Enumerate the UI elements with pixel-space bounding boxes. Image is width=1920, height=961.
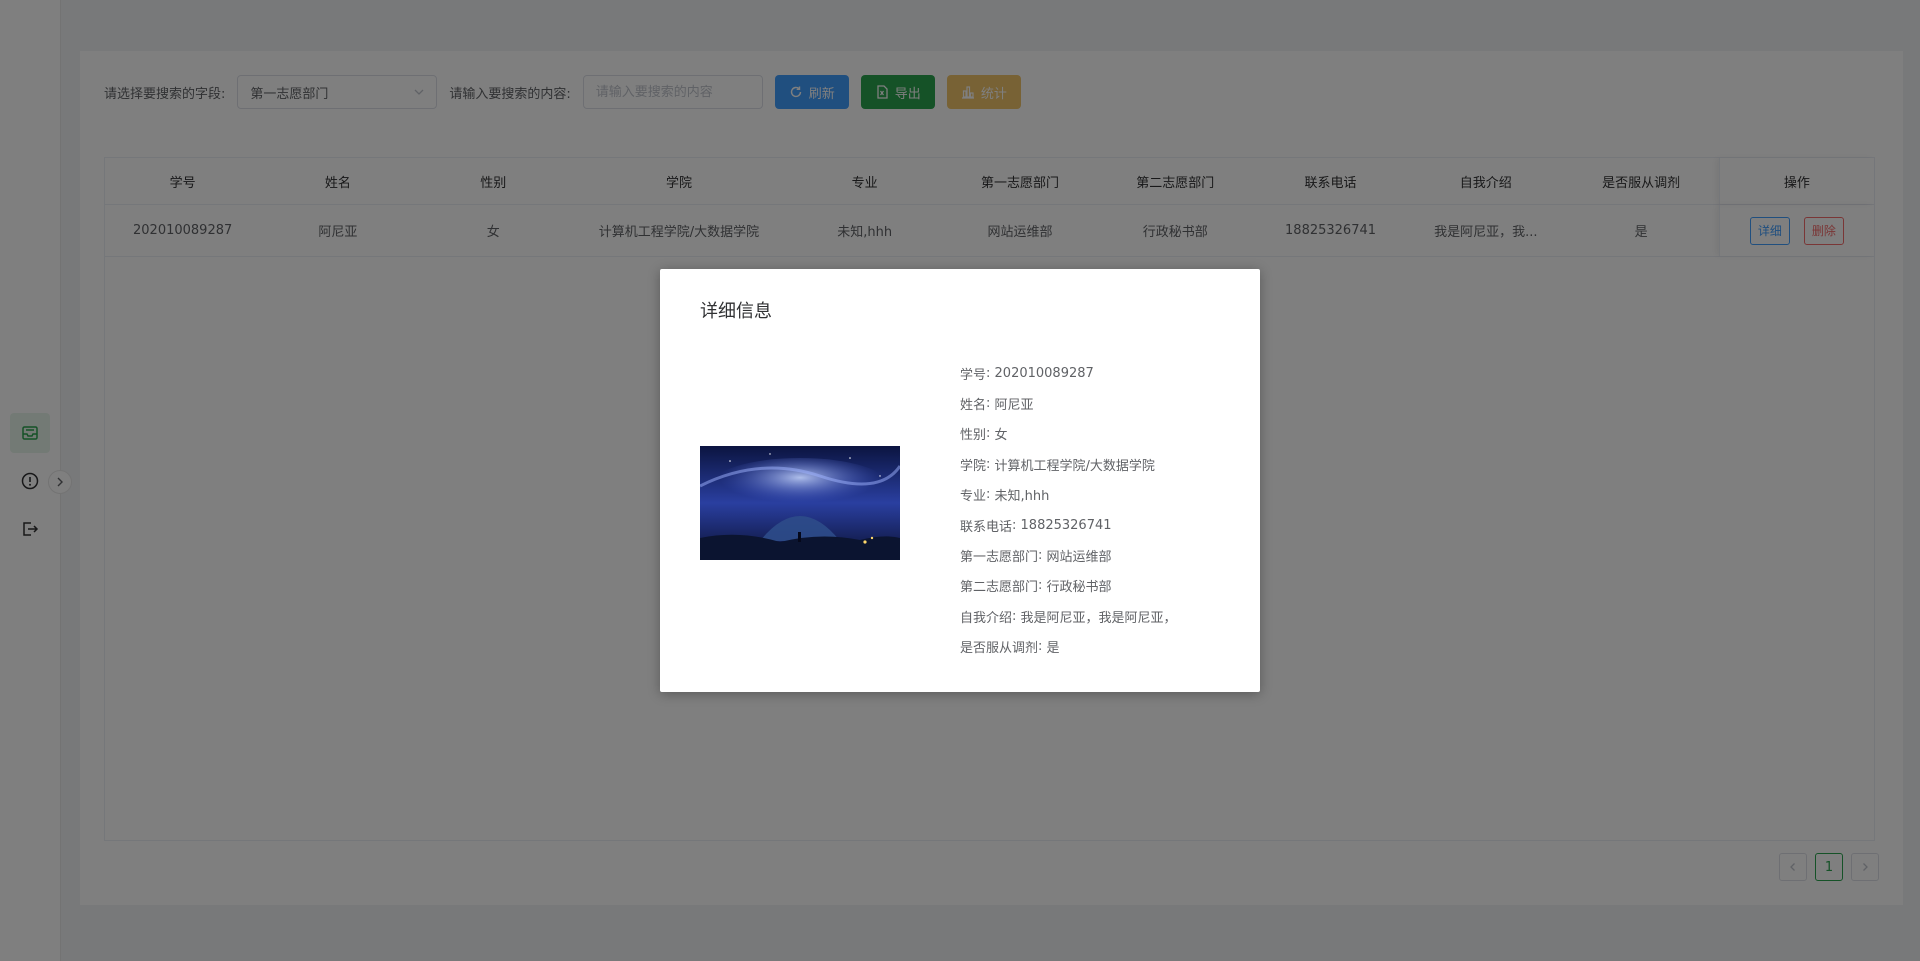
detail-field: 专业: 未知,hhh: [960, 487, 1050, 505]
detail-field: 姓名: 阿尼亚: [960, 396, 1034, 414]
detail-info-list: 学号: 202010089287 姓名: 阿尼亚 性别: 女 学院: 计算机工程…: [960, 358, 1177, 662]
applicant-photo: [700, 446, 900, 560]
detail-field: 性别: 女: [960, 426, 1008, 444]
detail-field: 是否服从调剂: 是: [960, 639, 1060, 657]
dialog-title: 详细信息: [700, 301, 772, 322]
detail-field: 学院: 计算机工程学院/大数据学院: [960, 456, 1155, 474]
detail-field: 自我介绍: 我是阿尼亚，我是阿尼亚，: [960, 608, 1177, 626]
detail-field: 联系电话: 18825326741: [960, 517, 1112, 535]
detail-dialog: 详细信息 学号: 202010089287 姓名: 阿尼亚 性别: 女 学…: [660, 269, 1260, 692]
detail-field: 第二志愿部门: 行政秘书部: [960, 578, 1112, 596]
detail-field: 第一志愿部门: 网站运维部: [960, 548, 1112, 566]
detail-field: 学号: 202010089287: [960, 365, 1094, 383]
